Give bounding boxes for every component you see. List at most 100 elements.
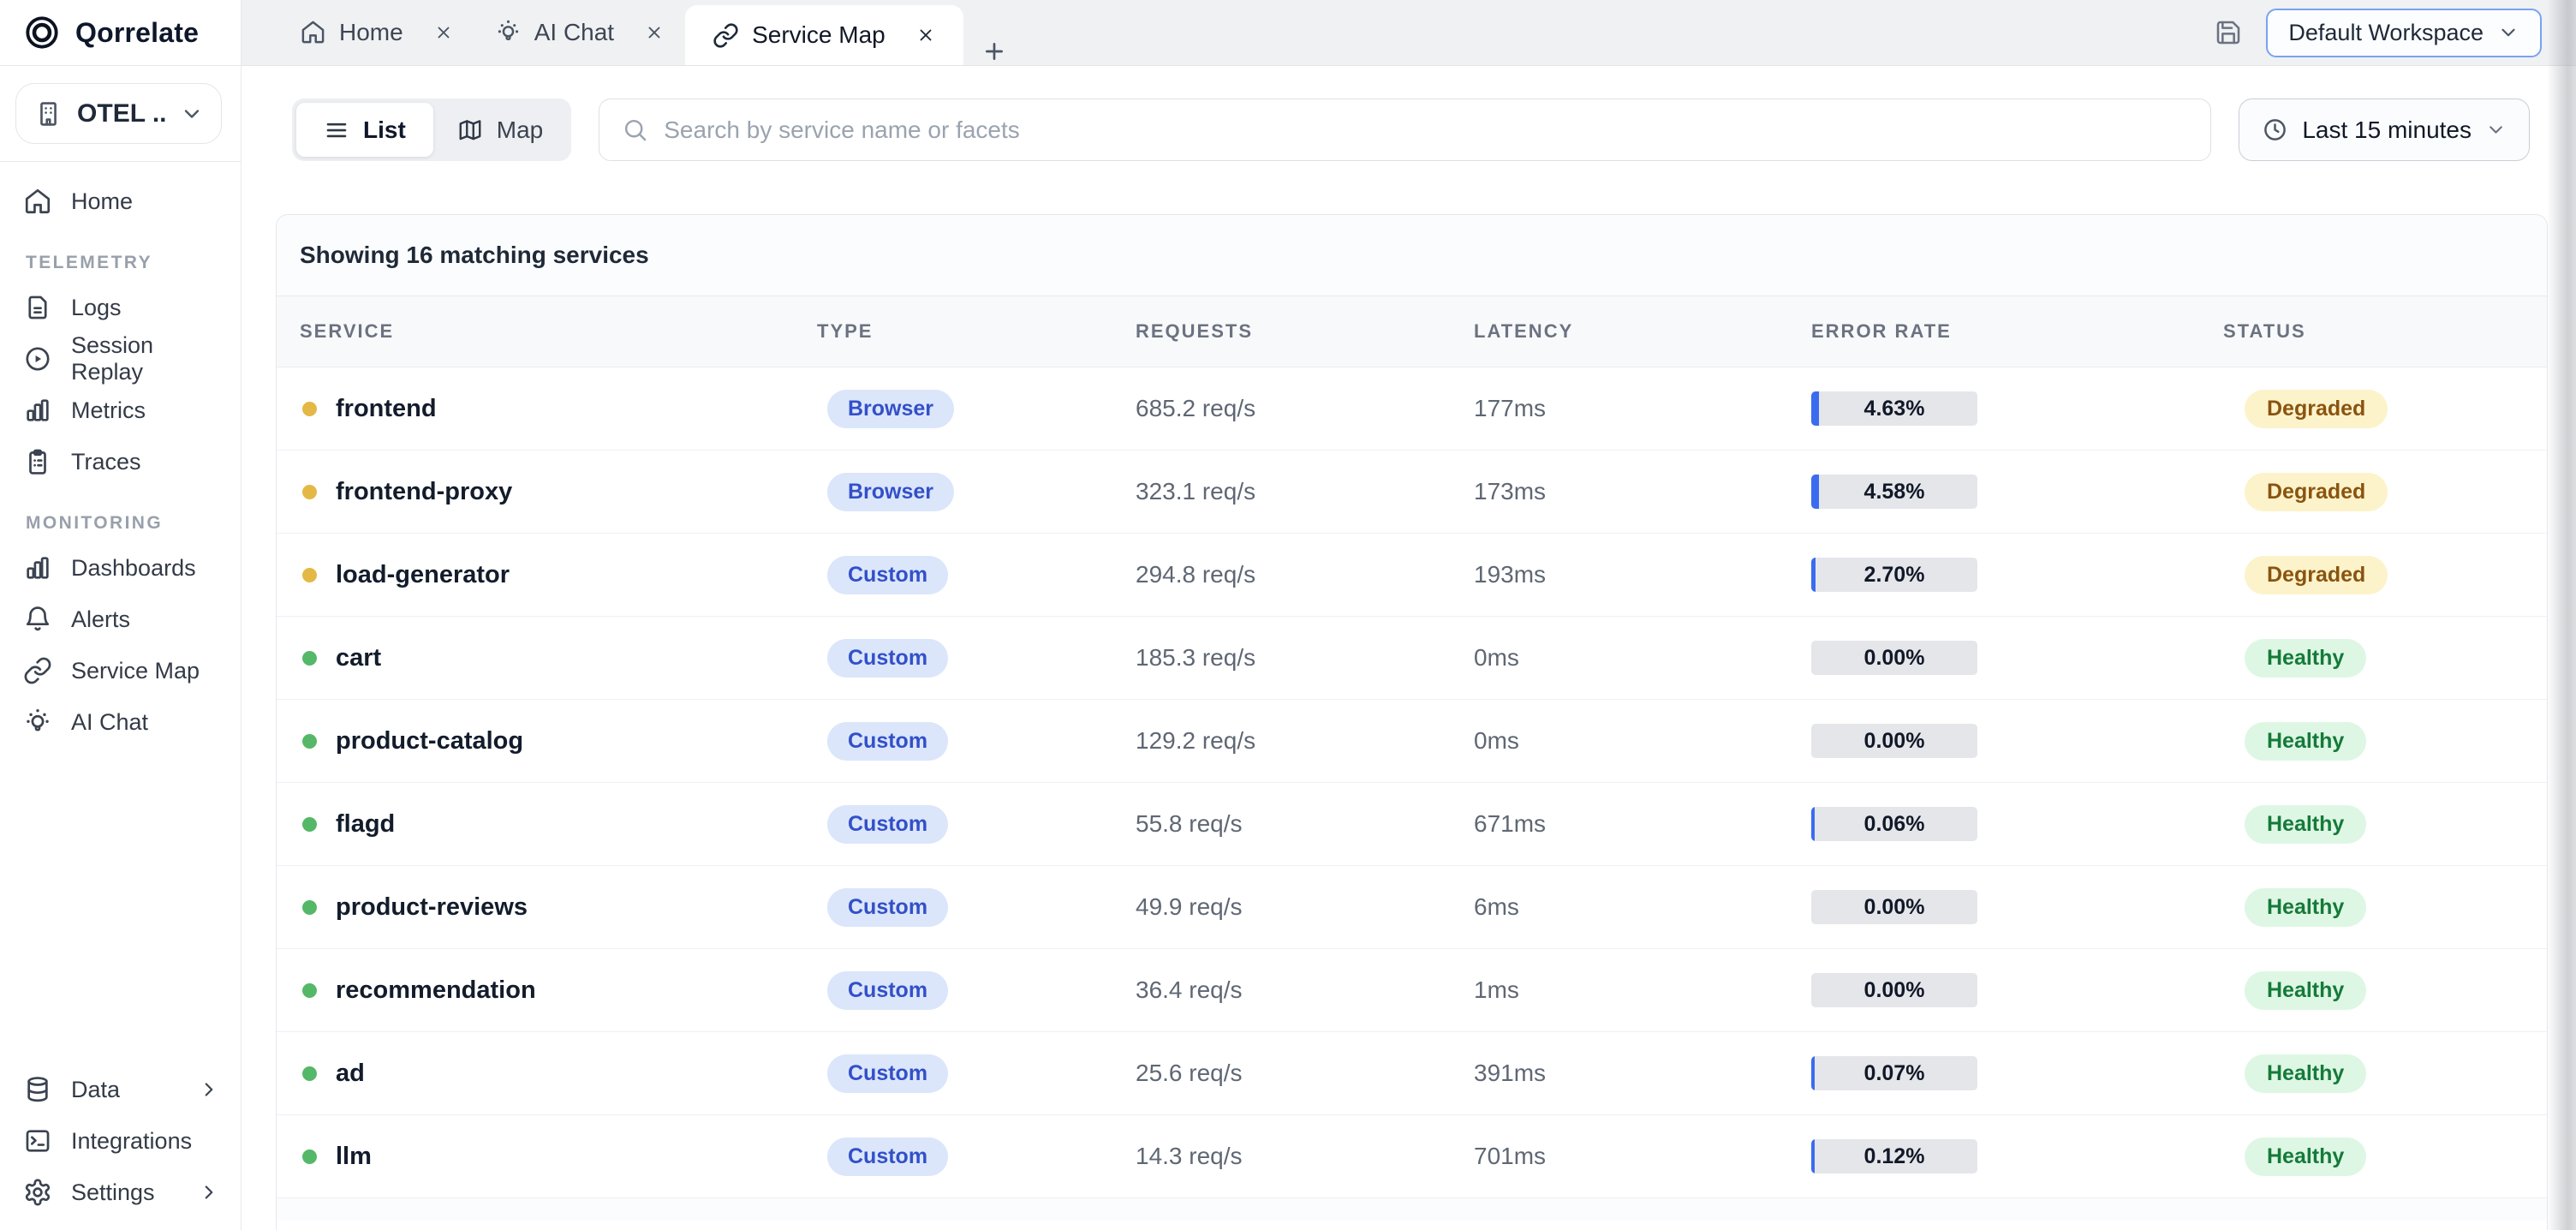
column-header-requests: REQUESTS xyxy=(1136,320,1474,343)
status-cell: Healthy xyxy=(2223,805,2547,844)
latency-value: 173ms xyxy=(1474,478,1811,505)
table-row[interactable]: llmCustom14.3 req/s701ms0.12%Healthy xyxy=(277,1115,2547,1198)
table-row[interactable]: load-generatorCustom294.8 req/s193ms2.70… xyxy=(277,534,2547,617)
save-icon[interactable] xyxy=(2215,19,2242,46)
sidebar-item-service-map[interactable]: Service Map xyxy=(0,645,241,696)
latency-value: 177ms xyxy=(1474,395,1811,422)
error-rate-cell: 0.00% xyxy=(1811,641,2223,675)
health-dot xyxy=(302,1066,317,1081)
results-summary: Showing 16 matching services xyxy=(277,215,2547,296)
sidebar-item-logs[interactable]: Logs xyxy=(0,282,241,333)
workspace-label: Default Workspace xyxy=(2288,20,2484,46)
column-header-service: SERVICE xyxy=(300,320,817,343)
error-rate-cell: 0.06% xyxy=(1811,807,2223,841)
type-cell: Custom xyxy=(817,722,1136,761)
home-icon xyxy=(300,19,326,45)
search-input[interactable] xyxy=(664,116,2188,144)
clipped-next-row xyxy=(277,1221,2547,1230)
health-dot xyxy=(302,1149,317,1164)
column-header-error-rate: ERROR RATE xyxy=(1811,320,2223,343)
close-icon[interactable] xyxy=(644,22,665,43)
new-tab-button[interactable] xyxy=(963,38,1025,65)
health-dot xyxy=(302,734,317,749)
tabs: Home AI Chat Service Map xyxy=(242,0,1025,65)
org-selector[interactable]: OTEL ... xyxy=(15,83,222,144)
error-rate-bar: 0.12% xyxy=(1811,1139,1977,1173)
chevron-down-icon xyxy=(180,102,204,126)
error-rate-cell: 0.00% xyxy=(1811,973,2223,1007)
view-toggle-map[interactable]: Map xyxy=(433,103,567,157)
sidebar-item-ai-chat[interactable]: AI Chat xyxy=(0,696,241,748)
column-header-latency: LATENCY xyxy=(1474,320,1811,343)
latency-value: 701ms xyxy=(1474,1143,1811,1170)
health-dot xyxy=(302,817,317,832)
type-badge: Browser xyxy=(827,473,954,511)
column-header-type: TYPE xyxy=(817,320,1136,343)
error-rate-cell: 0.12% xyxy=(1811,1139,2223,1173)
time-range-selector[interactable]: Last 15 minutes xyxy=(2239,99,2530,161)
service-cell: product-catalog xyxy=(300,727,817,755)
sidebar-item-session-replay[interactable]: Session Replay xyxy=(0,333,241,385)
table-row[interactable]: adCustom25.6 req/s391ms0.07%Healthy xyxy=(277,1032,2547,1115)
sidebar-nav: Home TELEMETRY Logs Session Replay Metri… xyxy=(0,162,241,748)
sidebar-item-data[interactable]: Data xyxy=(0,1064,241,1115)
workspace-selector[interactable]: Default Workspace xyxy=(2266,9,2542,57)
table-row[interactable]: frontendBrowser685.2 req/s177ms4.63%Degr… xyxy=(277,367,2547,451)
error-rate-bar: 0.00% xyxy=(1811,641,1977,675)
table-body: frontendBrowser685.2 req/s177ms4.63%Degr… xyxy=(277,367,2547,1198)
column-header-status: STATUS xyxy=(2223,320,2547,343)
sidebar-item-metrics[interactable]: Metrics xyxy=(0,385,241,436)
error-rate-fill xyxy=(1811,1056,1815,1090)
table-row[interactable]: product-reviewsCustom49.9 req/s6ms0.00%H… xyxy=(277,866,2547,949)
tab-ai-chat[interactable]: AI Chat xyxy=(474,0,685,65)
sidebar-item-traces[interactable]: Traces xyxy=(0,436,241,487)
error-rate-value: 0.00% xyxy=(1864,978,1925,1003)
view-toggle-list[interactable]: List xyxy=(296,103,433,157)
sidebar-item-home[interactable]: Home xyxy=(0,176,241,227)
document-icon xyxy=(23,293,52,322)
status-cell: Healthy xyxy=(2223,639,2547,678)
status-badge: Healthy xyxy=(2245,805,2366,844)
tab-label: Home xyxy=(339,19,403,46)
close-icon[interactable] xyxy=(915,25,936,45)
error-rate-fill xyxy=(1811,807,1815,841)
requests-value: 129.2 req/s xyxy=(1136,727,1474,755)
service-name: frontend-proxy xyxy=(336,478,512,506)
type-badge: Custom xyxy=(827,971,948,1010)
chevron-right-icon xyxy=(198,1078,220,1101)
sidebar-item-label: Metrics xyxy=(71,397,146,424)
service-name: load-generator xyxy=(336,561,510,589)
table-row[interactable]: product-catalogCustom129.2 req/s0ms0.00%… xyxy=(277,700,2547,783)
search-icon xyxy=(622,116,648,143)
sidebar-item-label: Integrations xyxy=(71,1128,192,1155)
table-row[interactable]: recommendationCustom36.4 req/s1ms0.00%He… xyxy=(277,949,2547,1032)
status-badge: Degraded xyxy=(2245,556,2388,594)
bell-icon xyxy=(23,605,52,634)
scrollbar[interactable] xyxy=(2547,0,2576,1230)
table-row[interactable]: frontend-proxyBrowser323.1 req/s173ms4.5… xyxy=(277,451,2547,534)
status-cell: Degraded xyxy=(2223,390,2547,428)
sidebar-item-settings[interactable]: Settings xyxy=(0,1167,241,1218)
service-cell: load-generator xyxy=(300,561,817,589)
list-icon xyxy=(324,117,349,143)
sidebar-item-label: Settings xyxy=(71,1179,155,1206)
type-cell: Custom xyxy=(817,971,1136,1010)
sidebar-item-label: Dashboards xyxy=(71,555,196,582)
table-row[interactable]: flagdCustom55.8 req/s671ms0.06%Healthy xyxy=(277,783,2547,866)
service-name: flagd xyxy=(336,810,395,839)
clipboard-icon xyxy=(23,447,52,476)
close-icon[interactable] xyxy=(433,22,454,43)
sidebar-item-dashboards[interactable]: Dashboards xyxy=(0,542,241,594)
error-rate-bar: 4.58% xyxy=(1811,475,1977,509)
time-range-label: Last 15 minutes xyxy=(2302,116,2472,144)
database-icon xyxy=(23,1075,52,1104)
error-rate-value: 0.06% xyxy=(1864,812,1925,837)
tab-service-map[interactable]: Service Map xyxy=(685,5,963,65)
chevron-down-icon xyxy=(2485,119,2507,140)
type-cell: Custom xyxy=(817,805,1136,844)
status-cell: Healthy xyxy=(2223,971,2547,1010)
table-row[interactable]: cartCustom185.3 req/s0ms0.00%Healthy xyxy=(277,617,2547,700)
tab-home[interactable]: Home xyxy=(279,0,474,65)
sidebar-item-alerts[interactable]: Alerts xyxy=(0,594,241,645)
sidebar-item-integrations[interactable]: Integrations xyxy=(0,1115,241,1167)
